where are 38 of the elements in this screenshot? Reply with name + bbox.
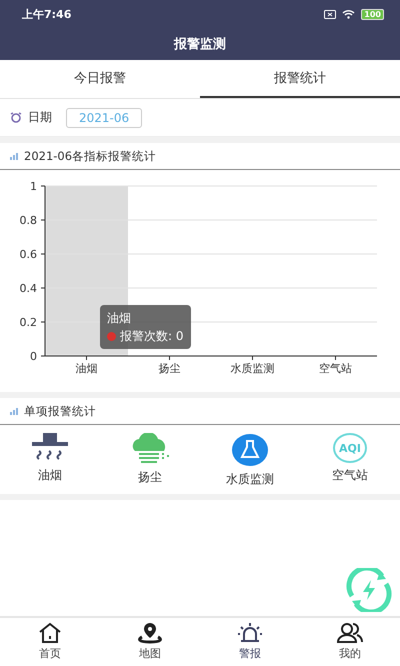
wifi-icon	[342, 9, 356, 19]
alarm-clock-icon	[10, 112, 22, 123]
axis-tick-label: 0.8	[20, 214, 37, 227]
axis-category-label: 水质监测	[230, 362, 274, 375]
users-icon	[337, 622, 363, 644]
nav-tab[interactable]: 地图	[100, 620, 200, 666]
home-icon	[38, 622, 62, 644]
refresh-bolt-icon[interactable]	[344, 568, 394, 612]
aqi-icon: AQI	[333, 433, 367, 463]
nav-tab[interactable]: 警报	[200, 620, 300, 666]
bar-chart-icon	[10, 408, 18, 414]
axis-category-label: 扬尘	[158, 362, 180, 375]
axis-tick-label: 0.4	[20, 282, 37, 295]
battery-icon: 100	[361, 8, 384, 20]
category-label[interactable]: 空气站	[332, 467, 368, 484]
date-label: 日期	[28, 109, 52, 126]
bar-chart-icon	[10, 152, 18, 160]
axis-tick-label: 0.2	[20, 316, 37, 329]
sim-icon	[324, 10, 336, 18]
flask-icon	[231, 433, 269, 467]
status-time: 上午7:46	[22, 6, 72, 22]
category-label[interactable]: 扬尘	[138, 469, 162, 486]
siren-icon	[237, 622, 263, 644]
axis-category-label: 油烟	[76, 362, 98, 375]
map-pin-icon	[137, 622, 163, 644]
axis-category-label: 空气站	[319, 362, 352, 375]
section-title: 2021-06各指标报警统计	[24, 148, 156, 164]
category-label[interactable]: 水质监测	[226, 471, 274, 488]
axis-tick-label: 1	[30, 180, 37, 193]
tooltip-title: 油烟	[107, 310, 132, 327]
axis-tick-label: 0.6	[20, 248, 37, 261]
tooltip-value: 报警次数: 0	[120, 328, 184, 345]
axis-tick-label: 0	[30, 350, 37, 363]
nav-tab[interactable]: 我的	[300, 620, 400, 666]
nav-tab[interactable]: 首页	[0, 620, 100, 666]
page-title: 报警监测	[174, 36, 226, 53]
category-label[interactable]: 油烟	[38, 467, 62, 484]
section-title: 单项报警统计	[24, 404, 96, 418]
